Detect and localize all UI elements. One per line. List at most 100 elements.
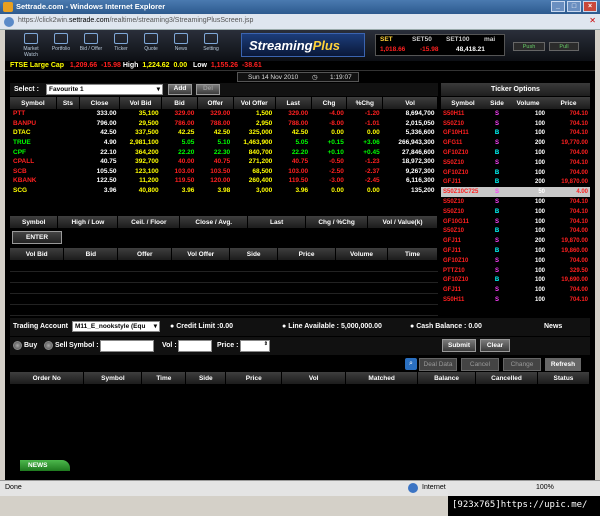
table-row[interactable]: KBANK 122.50 11,200 119.50 120.00 260,400 119.… [10,176,438,186]
order-col-vol[interactable]: Vol [281,372,347,384]
ticker-row[interactable]: GF10Z10 B 100 704.00 [441,168,590,178]
submit-button[interactable]: Submit [442,339,476,352]
col-header-vol-bid[interactable]: Vol Bid [119,97,163,109]
clock-icon: ◷ [312,74,318,81]
tab-set50[interactable]: SET50 [412,36,432,43]
price-input[interactable]: ⇕ [240,340,270,352]
ticker-row[interactable]: S50H11 S 100 704.10 [441,295,590,305]
enter-button[interactable]: ENTER [12,231,62,244]
news-button[interactable]: News [167,33,195,59]
buy-radio[interactable] [13,341,22,350]
ticker-row[interactable]: S50Z10 B 100 704.10 [441,207,590,217]
ticker-row[interactable]: S50Z10 S 100 704.10 [441,119,590,129]
order-col-balance[interactable]: Balance [417,372,477,384]
table-row[interactable]: PTT 333.00 35,100 329.00 329.00 1,500 329.00 -4… [10,109,438,119]
tab-change[interactable]: Change [503,358,541,371]
order-col-time[interactable]: Time [141,372,187,384]
table-row[interactable]: SCB 105.50 123,100 103.00 103.50 68,500 103.00… [10,167,438,177]
ticker-cell-side: B [494,150,500,157]
ticker-row[interactable]: S50Z10 S 100 704.10 [441,158,590,168]
ticker-row[interactable]: GF10G11 S 100 704.10 [441,217,590,227]
ticker-row[interactable]: S50Z10 B 100 704.00 [441,227,590,237]
tab-mai[interactable]: mai [484,36,495,43]
ticker-row[interactable]: S50Z10C725 S 50 4.00 [441,187,590,198]
trading-account-select[interactable]: M11_E_nookstyle (Equ ▾ [72,321,160,332]
maximize-button[interactable]: □ [567,1,581,12]
stepper-icon[interactable]: ⇕ [264,341,268,347]
ticker-row[interactable]: GF10Z10 B 100 19,690.00 [441,276,590,286]
col-header-symbol[interactable]: Symbol [10,97,57,109]
bid-offer-button[interactable]: Bid / Offer [77,33,105,59]
ticker-row[interactable]: S50Z10 S 100 704.10 [441,197,590,207]
order-col-symbol[interactable]: Symbol [83,372,143,384]
tab-deal-data[interactable]: Deal Data [419,358,457,371]
search-icon[interactable]: ⌕ [405,358,417,370]
ticker-row[interactable]: GF10Z10 B 100 704.00 [441,148,590,158]
col-header--chg[interactable]: %Chg [346,97,384,109]
ticker-row[interactable]: GFJ11 S 100 704.00 [441,285,590,295]
close-x-icon[interactable]: ✕ [589,16,596,25]
order-col-price[interactable]: Price [225,372,283,384]
col-header-chg[interactable]: Chg [311,97,348,109]
ticker-options-header[interactable]: Ticker Options [441,83,590,96]
table-row[interactable]: BANPU 796.00 29,500 786.00 788.00 2,950 788.00… [10,119,438,129]
cell-close: 122.50 [96,177,117,185]
url-text[interactable]: https://click2win.settrade.com/realtime/… [18,17,253,24]
refresh-button[interactable]: Refresh [545,358,581,371]
market-watch-button[interactable]: Market Watch [17,33,45,59]
ticker-row[interactable]: GF10Z10 S 100 704.00 [441,256,590,266]
ticker-row[interactable]: PTTZ10 S 100 329.50 [441,266,590,276]
cell-chg: -4.00 [329,110,344,118]
news-tab[interactable]: NEWS [20,460,70,471]
table-row[interactable]: SCG 3.96 40,800 3.96 3.98 3,000 3.96 0.00 0.00 13… [10,186,438,196]
address-bar[interactable]: https://click2win.settrade.com/realtime/… [0,14,600,30]
setting-button[interactable]: Setting [197,33,225,59]
vol-input[interactable] [178,340,212,352]
ticker-row[interactable]: GFJ11 B 200 19,870.00 [441,178,590,188]
col-header-vol-offer[interactable]: Vol Offer [233,97,276,109]
add-button[interactable]: Add [168,84,192,95]
order-col-matched[interactable]: Matched [345,372,419,384]
delete-button[interactable]: Del [196,84,220,95]
col-header-bid[interactable]: Bid [161,97,198,109]
col-header-sts[interactable]: Sts [56,97,80,109]
order-col-cancelled[interactable]: Cancelled [475,372,538,384]
minimize-button[interactable]: _ [551,1,565,12]
push-button[interactable]: Push [513,42,545,51]
cell-chg: 0.00 [331,187,344,195]
col-header-last[interactable]: Last [275,97,312,109]
ticker-cell-vol: 50 [509,187,547,198]
ticker-row[interactable]: GF10H11 B 100 704.10 [441,129,590,139]
clear-button[interactable]: Clear [480,339,510,352]
table-row[interactable]: DTAC 42.50 337,500 42.25 42.50 325,000 42.50 0.… [10,128,438,138]
table-row[interactable]: CPALL 40.75 392,700 40.00 40.75 271,200 40.75 -… [10,157,438,167]
zoom-level[interactable]: 100% [536,484,554,491]
col-header-close[interactable]: Close [79,97,120,109]
ticker-cell-vol: 100 [534,228,545,235]
tab-set100[interactable]: SET100 [446,36,470,43]
ticker-row[interactable]: GFJ11 S 200 19,870.00 [441,236,590,246]
close-window-button[interactable]: × [583,1,597,12]
tab-set[interactable]: SET [380,36,393,43]
symbol-input[interactable] [100,340,154,352]
col-header-offer[interactable]: Offer [197,97,234,109]
order-col-status[interactable]: Status [537,372,591,384]
cell-vol: 27,846,600 [401,148,435,156]
table-row[interactable]: TRUE 4.90 2,981,100 5.05 5.10 1,463,900 5.05 +0… [10,138,438,148]
pull-button[interactable]: Pull [549,42,579,51]
watchlist-select[interactable]: Favourite 1 ▾ [46,84,163,95]
news-panel-label[interactable]: News [544,323,562,330]
ticker-row[interactable]: GFJ11 B 100 19,860.00 [441,246,590,256]
cell-volbid: 337,500 [135,129,159,137]
col-header-vol[interactable]: Vol [382,97,438,109]
ticker-button[interactable]: Ticker [107,33,135,59]
order-col-order-no[interactable]: Order No [10,372,85,384]
portfolio-button[interactable]: Portfolio [47,33,75,59]
sell-radio[interactable] [44,341,53,350]
tab-cancel[interactable]: Cancel [461,358,499,371]
table-row[interactable]: CPF 22.10 364,200 22.20 22.30 840,700 22.20 +0.… [10,147,438,157]
ticker-row[interactable]: GFG11 S 200 19,770.00 [441,138,590,148]
quote-button[interactable]: Quote [137,33,165,59]
ticker-row[interactable]: S50H11 S 100 704.10 [441,109,590,119]
order-col-side[interactable]: Side [185,372,227,384]
